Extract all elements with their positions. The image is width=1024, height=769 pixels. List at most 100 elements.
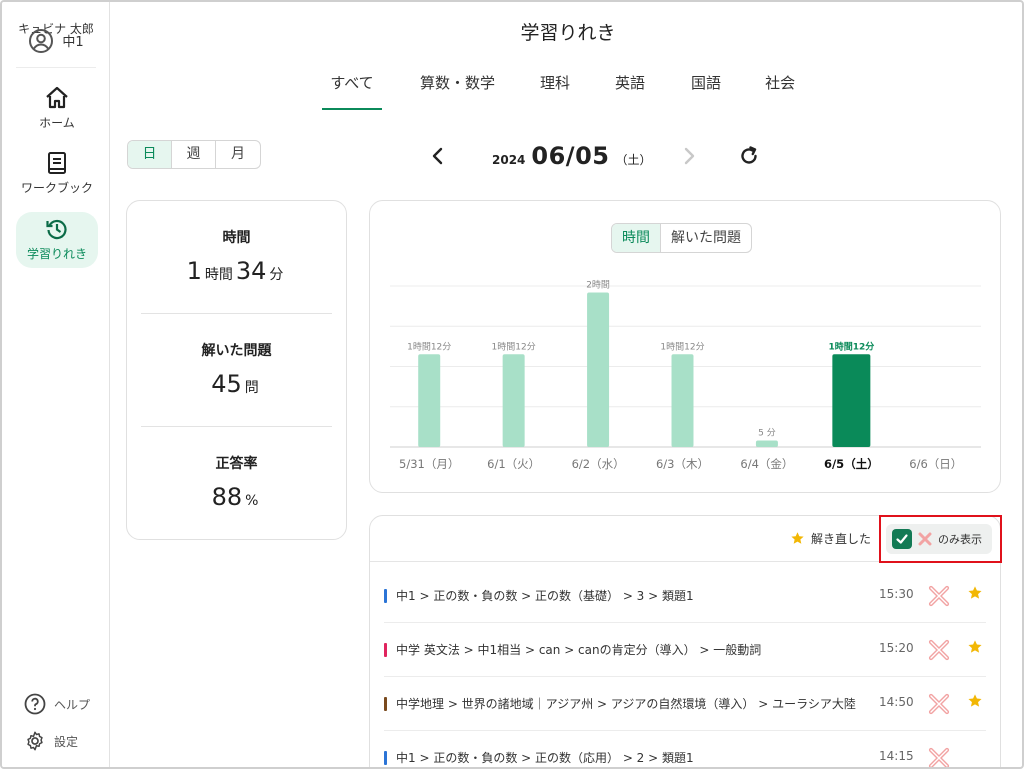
subject-color-bar (384, 697, 387, 711)
solved-unit: 問 (244, 380, 259, 396)
prev-date-button[interactable] (431, 147, 445, 165)
chart-tick-label: 6/3（木） (656, 457, 709, 471)
tab-japanese[interactable]: 国語 (691, 72, 721, 110)
time-minutes: 34 (235, 257, 267, 285)
sidebar-item-label: 学習りれき (26, 247, 87, 261)
period-week-button[interactable]: 週 (172, 141, 216, 168)
problem-path: 中学 英文法 > 中1相当 > can > canの肯定分（導入） > 一般動詞 (396, 643, 762, 657)
user-profile[interactable]: 中1 キュビナ 太郎 (2, 14, 110, 68)
summary-accuracy: 正答率 88% (141, 453, 332, 511)
problem-path: 中学地理 > 世界の諸地域｜アジア州 > アジアの自然環境（導入） > ユーラシ… (396, 697, 856, 711)
sidebar-item-home[interactable]: ホーム (16, 86, 98, 134)
solved-count: 45 (211, 370, 242, 398)
highlight-box (879, 515, 1002, 563)
summary-time-label: 時間 (222, 230, 251, 246)
tab-social[interactable]: 社会 (765, 72, 795, 110)
retried-legend: 解き直した (790, 530, 871, 547)
accuracy-value: 88 (211, 483, 243, 511)
date-weekday: （土） (615, 153, 652, 167)
tab-english[interactable]: 英語 (615, 72, 645, 110)
wrong-mark-icon (927, 692, 951, 720)
summary-divider (141, 426, 332, 427)
time-hours-unit: 時間 (204, 267, 233, 283)
page-title: 学習りれき (520, 22, 616, 44)
sidebar-item-label: ホーム (39, 116, 75, 130)
accuracy-unit: % (245, 493, 259, 509)
chart-tick-label: 6/5（土） (824, 457, 879, 471)
date-month-day: 06/05 (531, 142, 610, 170)
sidebar-item-workbook[interactable]: ワークブック (16, 151, 98, 199)
current-date: 2024 06/05 （土） (492, 142, 651, 170)
list-item[interactable]: 中1 > 正の数・負の数 > 正の数（基礎） > 3 > 類題1 15:30 (384, 569, 986, 623)
help-link[interactable]: ヘルプ (24, 693, 90, 715)
user-grade: 中1 (62, 35, 84, 50)
chart-data-label: 2時間 (586, 279, 610, 290)
summary-accuracy-value: 88% (141, 483, 332, 511)
list-item[interactable]: 中学地理 > 世界の諸地域｜アジア州 > アジアの自然環境（導入） > ユーラシ… (384, 677, 986, 731)
chart-bar (418, 354, 441, 447)
chart-bar (587, 292, 610, 447)
wrong-mark-icon (927, 746, 951, 767)
history-icon (46, 219, 67, 240)
home-icon (46, 86, 68, 109)
chart-data-label: 1時間12分 (492, 341, 536, 352)
summary-solved-label: 解いた問題 (201, 343, 272, 359)
chart-data-label: 5 分 (758, 428, 776, 439)
time-minutes-unit: 分 (269, 267, 284, 283)
problem-time: 14:15 (879, 749, 914, 763)
summary-solved-value: 45 問 (141, 370, 332, 398)
chart-bar (832, 354, 871, 447)
star-icon (791, 532, 804, 544)
star-icon (967, 639, 983, 659)
problem-time: 15:20 (879, 641, 914, 655)
tab-all[interactable]: すべて (322, 72, 382, 110)
summary-solved: 解いた問題 45 問 (141, 340, 332, 398)
chart-data-label: 1時間12分 (407, 341, 451, 352)
refresh-icon[interactable] (738, 145, 760, 167)
chart-bar (755, 440, 778, 447)
star-icon (967, 585, 983, 605)
tab-math[interactable]: 算数・数学 (420, 72, 495, 110)
sidebar-item-history[interactable]: 学習りれき (16, 212, 98, 268)
list-item[interactable]: 中1 > 正の数・負の数 > 正の数（応用） > 2 > 類題1 14:15 (384, 731, 986, 767)
chart-data-label: 1時間12分 (828, 340, 874, 352)
chart-bar (502, 354, 525, 447)
subject-tabs: すべて 算数・数学 理科 英語 国語 社会 (322, 72, 795, 110)
app-frame: 中1 キュビナ 太郎 ホーム ワークブック 学習りれき ヘルプ 設定 学習りれき… (0, 0, 1024, 769)
period-day-button[interactable]: 日 (128, 141, 172, 168)
problem-path: 中1 > 正の数・負の数 > 正の数（基礎） > 3 > 類題1 (396, 589, 694, 603)
chart-tick-label: 6/6（日） (909, 457, 962, 471)
summary-card: 時間 1 時間 34 分 解いた問題 45 問 正答率 88% (126, 200, 347, 540)
wrong-mark-icon (927, 584, 951, 612)
star-icon (967, 693, 983, 713)
subject-color-bar (384, 589, 387, 603)
chart-card: 時間 解いた問題 1時間12分 5/31（月） 1時間12分 6/1（火） 2時間 6/2… (369, 200, 1001, 493)
subject-color-bar (384, 643, 387, 657)
next-date-button[interactable] (682, 147, 696, 165)
chart-tick-label: 6/2（水） (572, 457, 625, 471)
summary-divider (141, 313, 332, 314)
chart-tick-label: 6/1（火） (487, 457, 540, 471)
period-month-button[interactable]: 月 (216, 141, 260, 168)
chart-tick-label: 6/4（金） (740, 457, 793, 471)
study-time-chart: 1時間12分 5/31（月） 1時間12分 6/1（火） 2時間 6/2（水） 1時間12分… (390, 279, 981, 471)
chart-bar (671, 354, 694, 447)
user-avatar-icon (29, 28, 54, 53)
book-icon (48, 152, 66, 174)
problem-time: 15:30 (879, 587, 914, 601)
summary-accuracy-label: 正答率 (215, 456, 258, 472)
problem-time: 14:50 (879, 695, 914, 709)
list-item[interactable]: 中学 英文法 > 中1相当 > can > canの肯定分（導入） > 一般動詞… (384, 623, 986, 677)
tab-science[interactable]: 理科 (540, 72, 570, 110)
gear-icon (27, 731, 43, 751)
settings-link[interactable]: 設定 (24, 730, 78, 752)
date-navigator: 2024 06/05 （土） (427, 142, 767, 172)
problem-path: 中1 > 正の数・負の数 > 正の数（応用） > 2 > 類題1 (396, 751, 694, 765)
date-year: 2024 (492, 153, 526, 167)
summary-time: 時間 1 時間 34 分 (141, 227, 332, 285)
retried-label: 解き直した (811, 532, 872, 546)
time-hours: 1 (186, 257, 202, 285)
chart-data-label: 1時間12分 (660, 341, 704, 352)
help-label: ヘルプ (54, 697, 91, 712)
subject-color-bar (384, 751, 387, 765)
